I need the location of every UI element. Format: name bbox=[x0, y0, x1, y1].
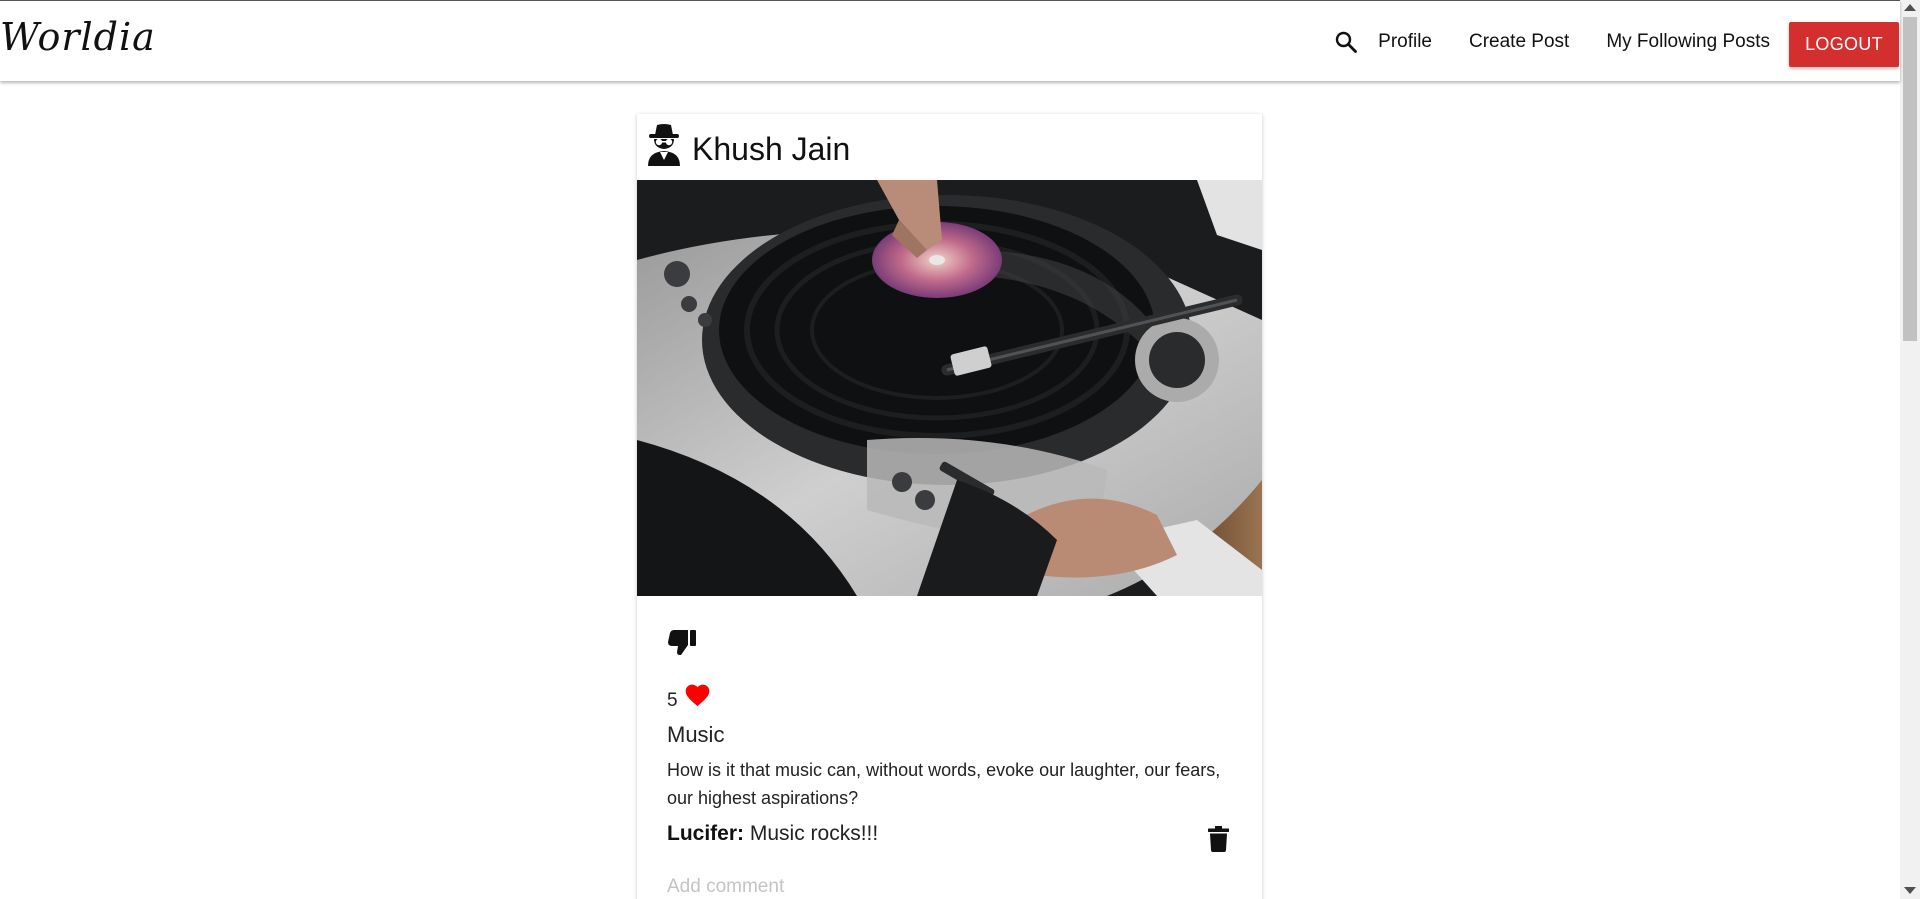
heart-icon[interactable] bbox=[684, 682, 711, 708]
likes-row: 5 bbox=[667, 682, 711, 711]
post-title: Music bbox=[667, 722, 725, 747]
trash-icon[interactable] bbox=[1208, 826, 1229, 852]
comment-item: Lucifer: Music rocks!!! bbox=[667, 822, 1227, 846]
scroll-up-arrow-icon[interactable] bbox=[1904, 4, 1916, 11]
nav-link-create-post[interactable]: Create Post bbox=[1469, 31, 1569, 53]
likes-count: 5 bbox=[667, 690, 678, 711]
search-icon[interactable] bbox=[1332, 28, 1360, 56]
comment-text: Music rocks!!! bbox=[749, 822, 879, 845]
scroll-thumb[interactable] bbox=[1903, 17, 1917, 341]
spy-avatar-icon bbox=[648, 124, 680, 166]
post-image bbox=[637, 180, 1262, 596]
post-header: Khush Jain bbox=[637, 114, 1262, 180]
nav-link-profile[interactable]: Profile bbox=[1378, 31, 1432, 53]
comment-author: Lucifer: bbox=[667, 822, 745, 845]
page-scrollbar[interactable] bbox=[1900, 0, 1920, 899]
post-card: Khush Jain 5 Music How is it that music … bbox=[637, 114, 1262, 899]
post-body-text: How is it that music can, without words,… bbox=[667, 760, 1221, 808]
nav-menu: Profile Create Post My Following Posts L… bbox=[1332, 1, 1899, 82]
thumbs-down-icon[interactable] bbox=[667, 628, 697, 656]
top-navbar: Worldia Profile Create Post My Following… bbox=[0, 0, 1900, 81]
add-comment-input[interactable] bbox=[667, 872, 1227, 899]
post-author-name[interactable]: Khush Jain bbox=[692, 131, 850, 168]
logout-button[interactable]: LOGOUT bbox=[1789, 21, 1899, 67]
scroll-down-arrow-icon[interactable] bbox=[1904, 887, 1916, 894]
brand-logo[interactable]: Worldia bbox=[0, 15, 156, 59]
nav-link-following-posts[interactable]: My Following Posts bbox=[1606, 31, 1770, 53]
